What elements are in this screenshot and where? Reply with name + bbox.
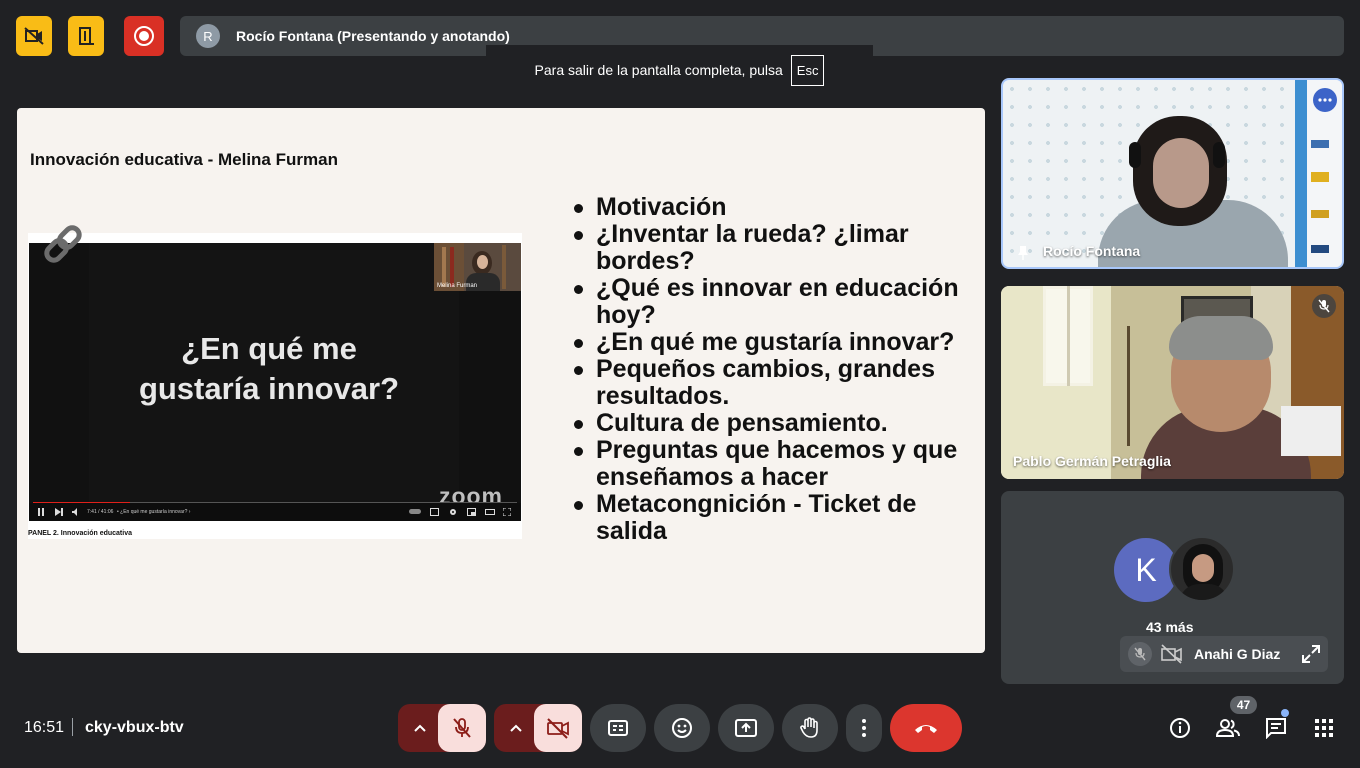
bullet-item: Cultura de pensamiento. — [574, 410, 964, 437]
mic-off-icon — [1134, 647, 1146, 661]
clock: 16:51 — [24, 719, 65, 736]
pip-label: Melina Furman — [437, 283, 478, 289]
video-controls: 7:41 / 41:06 • ¿En qué me gustaría innov… — [29, 503, 521, 521]
mic-off-icon — [1318, 299, 1330, 313]
shared-slide: Innovación educativa - Melina Furman ¿En… — [17, 108, 985, 653]
bullet-item: Pequeños cambios, grandes resultados. — [574, 356, 964, 410]
video-time: 7:41 / 41:06 — [87, 509, 114, 515]
more-options-button[interactable] — [846, 704, 882, 752]
expand-icon[interactable] — [1302, 645, 1320, 663]
bullet-item: Motivación — [574, 194, 964, 221]
pin-icon — [1018, 246, 1028, 260]
record-icon — [134, 26, 154, 46]
chevron-up-icon[interactable] — [510, 723, 522, 733]
video-overlay-text: ¿En qué me gustaría innovar? — [138, 331, 400, 406]
camera-toggle-button[interactable] — [534, 704, 582, 752]
participant-tile-pablo[interactable]: Pablo Germán Petraglia — [1001, 286, 1344, 479]
recording-button[interactable] — [124, 16, 164, 56]
presenter-label: Rocío Fontana (Presentando y anotando) — [236, 28, 510, 44]
participants-group-tile[interactable]: K 43 más Anahi G Diaz — [1001, 491, 1344, 684]
present-screen-icon — [735, 719, 757, 737]
apps-grid-icon — [1315, 719, 1333, 737]
fullscreen-hint: Para salir de la pantalla completa, puls… — [534, 62, 783, 78]
mic-toggle-button[interactable] — [438, 704, 486, 752]
video-caption: PANEL 2. Innovación educativa — [28, 530, 132, 537]
activities-button[interactable] — [1308, 712, 1340, 744]
volume-icon — [72, 508, 77, 516]
camera-control-group — [494, 704, 582, 752]
mic-control-group — [398, 704, 486, 752]
meeting-code: cky-vbux-btv — [85, 719, 184, 736]
door-icon — [79, 27, 94, 45]
more-participants-count: 43 más — [1146, 619, 1194, 635]
video-pip: Melina Furman — [434, 243, 521, 291]
hangup-icon — [915, 725, 937, 733]
more-options-icon[interactable] — [1313, 88, 1337, 112]
mic-off-indicator — [1128, 642, 1152, 666]
people-icon — [1216, 719, 1240, 737]
video-chapter: • ¿En qué me gustaría innovar? › — [117, 509, 191, 515]
camera-off-icon — [547, 718, 569, 739]
activity-button[interactable] — [68, 16, 104, 56]
participant-name: Pablo Germán Petraglia — [1013, 453, 1171, 469]
notification-dot — [1281, 709, 1289, 717]
reactions-button[interactable] — [654, 704, 710, 752]
meeting-details-button[interactable] — [1164, 712, 1196, 744]
mic-off-indicator — [1312, 294, 1336, 318]
raise-hand-button[interactable] — [782, 704, 838, 752]
theater-icon — [485, 509, 495, 515]
chat-icon — [1266, 718, 1286, 739]
captions-icon — [608, 720, 628, 736]
people-button[interactable] — [1212, 712, 1244, 744]
pause-icon — [38, 508, 44, 516]
active-speaker-name: Anahi G Diaz — [1194, 646, 1281, 662]
participant-tile-rocio[interactable]: Rocío Fontana — [1001, 78, 1344, 269]
participant-name: Rocío Fontana — [1043, 243, 1141, 259]
bullet-item: Metacongnición - Ticket de salida — [574, 491, 964, 545]
autoplay-toggle-icon — [409, 509, 421, 514]
bullet-item: ¿En qué me gustaría innovar? — [574, 329, 964, 356]
video-off-icon — [24, 27, 44, 45]
bullet-item: ¿Inventar la rueda? ¿limar bordes? — [574, 221, 964, 275]
next-icon — [55, 508, 63, 516]
participant-count-badge: 47 — [1230, 696, 1257, 714]
present-button[interactable] — [718, 704, 774, 752]
mic-off-icon — [453, 718, 471, 738]
more-vert-icon — [862, 719, 866, 737]
emoji-icon — [672, 718, 692, 738]
info-icon — [1170, 718, 1190, 738]
leave-call-button[interactable] — [890, 704, 962, 752]
bullet-item: Preguntas que hacemos y que enseñamos a … — [574, 437, 964, 491]
captions-button[interactable] — [590, 704, 646, 752]
bullet-list: Motivación ¿Inventar la rueda? ¿limar bo… — [574, 194, 964, 545]
subtitles-icon — [430, 508, 439, 516]
camera-off-icon — [1161, 644, 1182, 664]
video-thumbnail: ¿En qué me gustaría innovar? Melina Furm… — [28, 233, 522, 539]
active-speaker-bar[interactable]: Anahi G Diaz — [1120, 636, 1328, 672]
chevron-up-icon[interactable] — [414, 723, 426, 733]
hide-video-button[interactable] — [16, 16, 52, 56]
avatar — [1169, 536, 1235, 602]
video-player: ¿En qué me gustaría innovar? Melina Furm… — [29, 243, 521, 521]
fullscreen-toast: Para salir de la pantalla completa, puls… — [486, 45, 873, 95]
miniplayer-icon — [467, 508, 476, 516]
hand-icon — [800, 717, 818, 738]
link-icon — [44, 225, 82, 263]
slide-title: Innovación educativa - Melina Furman — [30, 150, 338, 169]
fullscreen-icon — [503, 508, 511, 516]
presenter-avatar: R — [196, 24, 220, 48]
settings-icon — [450, 509, 456, 515]
esc-key: Esc — [790, 54, 825, 86]
bullet-item: ¿Qué es innovar en educación hoy? — [574, 275, 964, 329]
divider — [72, 718, 73, 736]
chat-button[interactable] — [1260, 709, 1292, 744]
